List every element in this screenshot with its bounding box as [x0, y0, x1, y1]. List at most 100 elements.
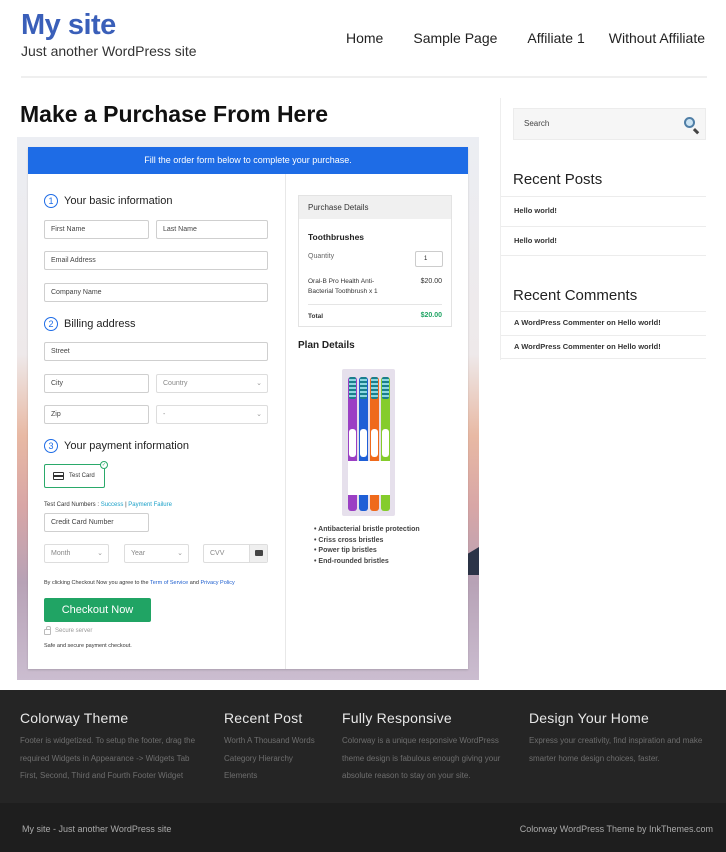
search-placeholder: Search	[524, 119, 550, 128]
footer-theme-credit[interactable]: Colorway WordPress Theme by InkThemes.co…	[520, 824, 713, 834]
test-failure-link[interactable]: Payment Failure	[128, 502, 172, 508]
footer-col-title: Fully Responsive	[342, 710, 452, 726]
footer-col-colorway-theme: Colorway Theme Footer is widgetized. To …	[20, 710, 195, 785]
footer-col-recent-post: Recent Post Worth A Thousand Words Categ…	[224, 710, 315, 785]
footer-site-credit[interactable]: My site - Just another WordPress site	[22, 824, 171, 834]
line-item-price: $20.00	[420, 278, 442, 285]
total-label: Total	[308, 313, 324, 320]
footer-bottom-bar: My site - Just another WordPress site Co…	[0, 803, 726, 852]
first-name-field[interactable]: First Name	[44, 220, 149, 239]
toothbrush-product-image	[342, 369, 395, 516]
nav-sample-page[interactable]: Sample Page	[413, 30, 497, 46]
main-nav: Home Sample Page Affiliate 1 Without Aff…	[346, 30, 705, 46]
footer-col-design-your-home: Design Your Home Express your creativity…	[529, 710, 702, 767]
search-input[interactable]: Search	[513, 108, 706, 140]
step-number: 1	[44, 194, 58, 208]
payment-method-test-card[interactable]: Test Card ✓	[44, 461, 108, 488]
quantity-input[interactable]: 1	[415, 251, 443, 267]
recent-comment-link[interactable]: A WordPress Commenter on Hello world!	[501, 335, 706, 359]
chevron-down-icon: ⌄	[97, 550, 103, 557]
footer-post-link[interactable]: Category Hierarchy	[224, 750, 315, 768]
footer-col-title: Design Your Home	[529, 710, 649, 726]
state-select[interactable]: - ⌄	[156, 405, 268, 424]
zip-field[interactable]: Zip	[44, 405, 149, 424]
terms-of-service-link[interactable]: Term of Service	[150, 580, 188, 586]
purchase-details-box: Purchase Details Toothbrushes Quantity 1…	[298, 195, 452, 327]
purchase-details-heading: Purchase Details	[299, 196, 451, 219]
payment-method-label: Test Card	[69, 473, 95, 479]
section-basic-info: 1 Your basic information	[44, 194, 172, 208]
test-card-numbers: Test Card Numbers : Success | Payment Fa…	[44, 502, 172, 508]
product-name: Toothbrushes	[308, 232, 365, 242]
chevron-down-icon: ⌄	[256, 380, 262, 387]
site-header: My site Just another WordPress site Home…	[0, 0, 726, 80]
privacy-policy-link[interactable]: Privacy Policy	[200, 580, 234, 586]
nav-affiliate-1[interactable]: Affiliate 1	[527, 30, 584, 46]
recent-post-link[interactable]: Hello world!	[501, 196, 706, 226]
recent-posts-title: Recent Posts	[513, 171, 603, 188]
column-divider	[285, 174, 286, 669]
separator: |	[125, 502, 127, 508]
street-field[interactable]: Street	[44, 342, 268, 361]
credit-card-icon	[53, 472, 64, 480]
quantity-label: Quantity	[308, 253, 335, 260]
recent-comments-title: Recent Comments	[513, 287, 638, 304]
company-field[interactable]: Company Name	[44, 283, 268, 302]
last-name-field[interactable]: Last Name	[156, 220, 268, 239]
total-value: $20.00	[420, 312, 442, 319]
line-item-line2: Bacterial Toothbrush x 1	[308, 288, 378, 295]
package-label	[348, 461, 390, 495]
section-title: Your basic information	[64, 195, 173, 207]
step-number: 3	[44, 439, 58, 453]
city-field[interactable]: City	[44, 374, 149, 393]
section-title: Your payment information	[64, 440, 189, 452]
chevron-down-icon: ⌄	[177, 550, 183, 557]
checkout-form-card: Fill the order form below to complete yo…	[28, 147, 468, 669]
plan-details-heading: Plan Details	[298, 340, 355, 351]
cvv-placeholder: CVV	[210, 550, 225, 557]
section-payment-info: 3 Your payment information	[44, 439, 189, 453]
line-item-line1: Oral-B Pro Health Anti-	[308, 278, 375, 285]
checkout-now-button[interactable]: Checkout Now	[44, 598, 151, 622]
nav-home[interactable]: Home	[346, 30, 383, 46]
site-tagline: Just another WordPress site	[21, 43, 197, 59]
footer-post-link[interactable]: Elements	[224, 767, 315, 785]
year-select[interactable]: Year ⌄	[124, 544, 189, 563]
feature-item: End-rounded bristles	[314, 557, 420, 568]
secure-server-text: Secure server	[55, 628, 93, 634]
site-title[interactable]: My site	[21, 9, 116, 42]
footer-col-line: Footer is widgetized. To setup the foote…	[20, 736, 196, 745]
country-select[interactable]: Country ⌄	[156, 374, 268, 393]
feature-item: Criss cross bristles	[314, 536, 420, 547]
plan-features-list: Antibacterial bristle protection Criss c…	[314, 525, 420, 567]
country-select-value: Country	[163, 380, 188, 387]
cvv-field[interactable]: CVV	[203, 544, 268, 563]
month-select[interactable]: Month ⌄	[44, 544, 109, 563]
card-number-field[interactable]: Credit Card Number	[44, 513, 149, 532]
footer: Colorway Theme Footer is widgetized. To …	[0, 690, 726, 803]
test-card-label: Test Card Numbers :	[44, 502, 100, 508]
checkout-banner: Fill the order form below to complete yo…	[28, 147, 468, 174]
search-icon[interactable]	[684, 117, 695, 128]
section-title: Billing address	[64, 318, 136, 330]
footer-post-link[interactable]: Worth A Thousand Words	[224, 732, 315, 750]
feature-item: Antibacterial bristle protection	[314, 525, 420, 536]
footer-col-line: theme design is fabulous enough giving y…	[342, 753, 501, 763]
chevron-down-icon: ⌄	[256, 411, 262, 418]
terms-text: By clicking Checkout Now you agree to th…	[44, 580, 235, 586]
footer-col-line: absolute reason to stay on your site.	[342, 771, 471, 780]
terms-prefix: By clicking Checkout Now you agree to th…	[44, 580, 149, 586]
page-title: Make a Purchase From Here	[20, 101, 329, 127]
recent-post-link[interactable]: Hello world!	[501, 226, 706, 256]
feature-item: Power tip bristles	[314, 546, 420, 557]
check-icon: ✓	[100, 461, 108, 469]
lock-icon	[44, 626, 51, 635]
month-select-value: Month	[51, 550, 71, 557]
footer-col-title: Recent Post	[224, 710, 303, 726]
footer-col-line: smarter home design choices, faster.	[529, 753, 660, 763]
nav-without-affiliate[interactable]: Without Affiliate	[609, 30, 705, 46]
test-success-link[interactable]: Success	[101, 502, 124, 508]
footer-col-line: First, Second, Third and Fourth Footer W…	[20, 771, 184, 780]
recent-comment-link[interactable]: A WordPress Commenter on Hello world!	[501, 311, 706, 335]
email-field[interactable]: Email Address	[44, 251, 268, 270]
